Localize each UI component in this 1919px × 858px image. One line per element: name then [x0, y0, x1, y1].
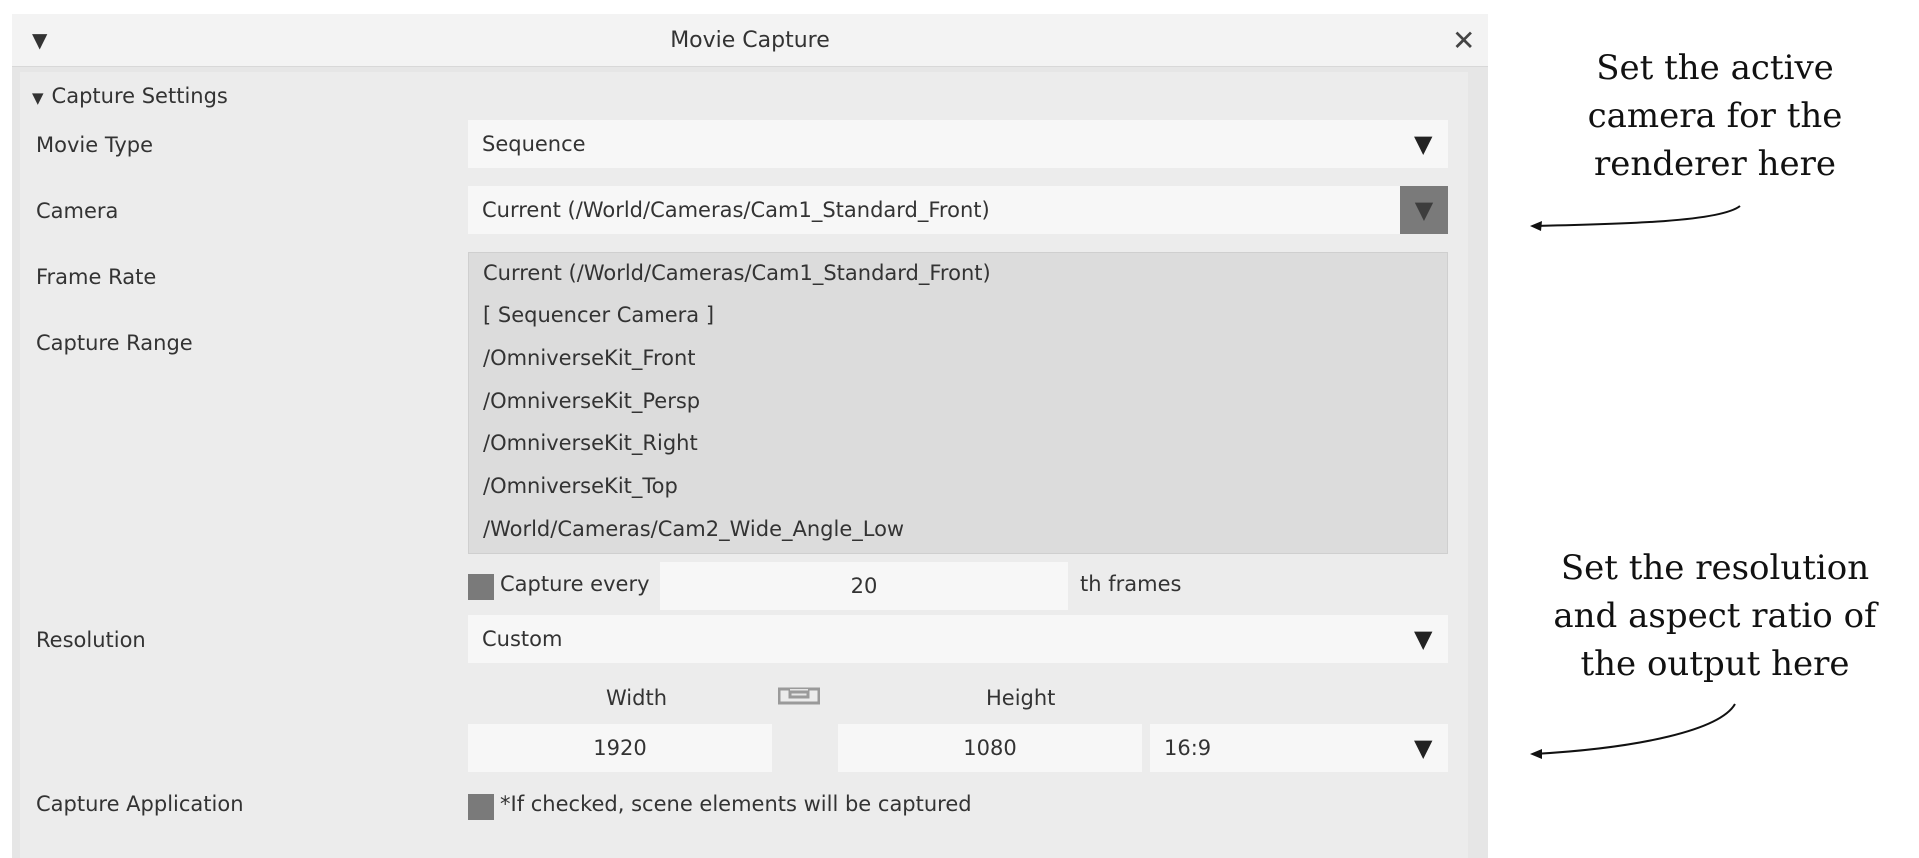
aspect-ratio-dropdown[interactable]: 16:9 ▼ [1150, 724, 1448, 772]
capture-application-label: Capture Application [36, 792, 244, 816]
camera-option[interactable]: [ Sequencer Camera ] [483, 303, 714, 327]
resolution-label: Resolution [36, 628, 146, 652]
camera-option[interactable]: /OmniverseKit_Persp [483, 389, 700, 413]
dropdown-arrow-icon[interactable]: ▼ [1414, 724, 1432, 772]
capture-application-checkbox[interactable] [468, 794, 494, 820]
camera-option[interactable]: /World/Cameras/Cam2_Wide_Angle_Low [483, 517, 904, 541]
camera-annotation: Set the active camera for the renderer h… [1587, 48, 1843, 184]
resolution-annotation: Set the resolution and aspect ratio of t… [1553, 548, 1877, 684]
section-collapse-icon[interactable]: ▼ [32, 89, 44, 107]
title-bar: ▼ Movie Capture ✕ [12, 14, 1488, 67]
aspect-ratio-value: 16:9 [1164, 736, 1212, 760]
section-title: Capture Settings [51, 84, 228, 108]
width-label: Width [606, 686, 668, 710]
window-title: Movie Capture [670, 28, 830, 53]
link-icon[interactable] [778, 686, 820, 706]
capture-every-suffix: th frames [1080, 572, 1182, 596]
close-icon[interactable]: ✕ [1452, 24, 1475, 57]
camera-option[interactable]: Current (/World/Cameras/Cam1_Standard_Fr… [483, 261, 991, 285]
dropdown-arrow-icon[interactable]: ▼ [1414, 120, 1432, 168]
camera-dropdown[interactable]: Current (/World/Cameras/Cam1_Standard_Fr… [468, 186, 1400, 234]
camera-dropdown-arrow-icon[interactable]: ▼ [1400, 186, 1448, 234]
camera-label: Camera [36, 199, 119, 223]
capture-every-checkbox[interactable] [468, 574, 494, 600]
height-label: Height [986, 686, 1056, 710]
camera-option[interactable]: /OmniverseKit_Right [483, 431, 698, 455]
movie-type-label: Movie Type [36, 133, 154, 157]
dropdown-arrow-icon[interactable]: ▼ [1414, 615, 1432, 663]
camera-annotation-arrow [1530, 205, 1741, 231]
resolution-value: Custom [482, 627, 563, 651]
capture-settings-header[interactable]: ▼ Capture Settings [32, 84, 228, 108]
capture-every-label: Capture every [500, 572, 650, 596]
capture-range-label: Capture Range [36, 331, 193, 355]
width-input[interactable]: 1920 [468, 724, 772, 772]
movie-type-dropdown[interactable]: Sequence ▼ [468, 120, 1448, 168]
capture-every-input[interactable]: 20 [660, 562, 1068, 610]
capture-application-note: *If checked, scene elements will be capt… [500, 792, 972, 816]
movie-type-value: Sequence [482, 132, 586, 156]
camera-value: Current (/World/Cameras/Cam1_Standard_Fr… [482, 198, 990, 222]
resolution-annotation-arrow [1530, 703, 1736, 759]
camera-option[interactable]: /OmniverseKit_Front [483, 346, 696, 370]
camera-option[interactable]: /OmniverseKit_Top [483, 474, 678, 498]
capture-settings-panel: ▼ Capture Settings Movie Type Sequence ▼ … [20, 72, 1468, 858]
height-input[interactable]: 1080 [838, 724, 1142, 772]
camera-options-list: Current (/World/Cameras/Cam1_Standard_Fr… [468, 252, 1448, 554]
frame-rate-label: Frame Rate [36, 265, 157, 289]
resolution-dropdown[interactable]: Custom ▼ [468, 615, 1448, 663]
movie-capture-window: ▼ Movie Capture ✕ ▼ Capture Settings Movi… [12, 14, 1488, 858]
